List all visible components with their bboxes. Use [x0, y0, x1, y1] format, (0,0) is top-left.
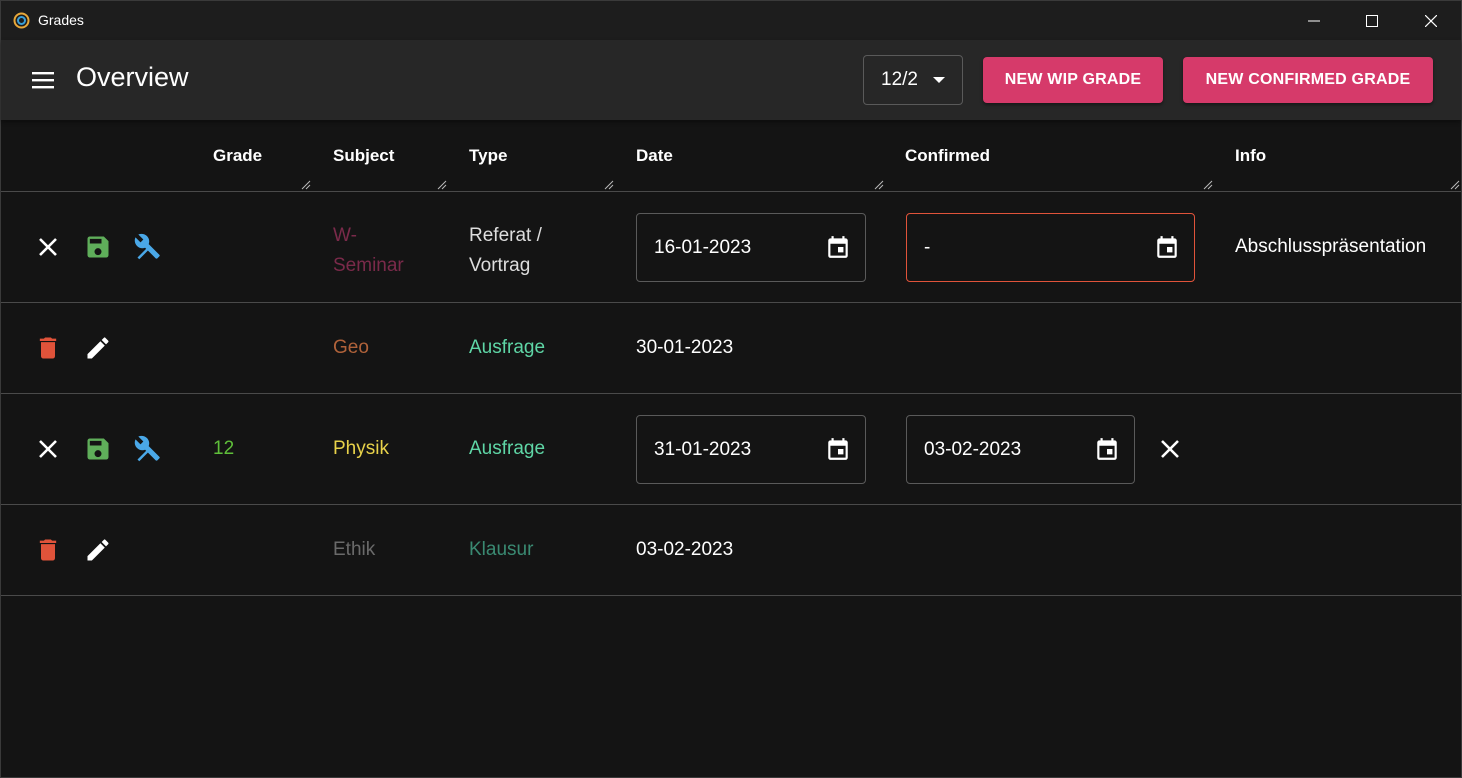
date-text: 03-02-2023 — [636, 539, 734, 560]
info-text: Abschlusspräsentation — [1235, 236, 1427, 257]
row-divider — [1, 302, 1461, 303]
date-value: 31-01-2023 — [654, 438, 752, 460]
app-window: Grades Overview 12/2 NEW WIP GRADE NEW C… — [0, 0, 1462, 778]
row-divider — [1, 393, 1461, 394]
subject-text: Geo — [333, 337, 369, 358]
calendar-icon[interactable] — [1094, 436, 1120, 462]
type-text: Klausur — [469, 539, 534, 560]
pencil-icon[interactable] — [84, 334, 112, 362]
calendar-icon[interactable] — [825, 234, 851, 260]
grade-text: 12 — [213, 438, 235, 459]
trash-icon[interactable] — [34, 536, 62, 564]
type-text: Vortrag — [469, 255, 531, 276]
confirmed-value: - — [924, 236, 931, 258]
hamburger-menu-icon[interactable] — [30, 68, 56, 92]
subject-cell: W- Seminar — [333, 221, 404, 281]
date-field[interactable]: 16-01-2023 — [636, 213, 866, 282]
type-cell: Referat / Vortrag — [469, 221, 542, 281]
year-select-value: 12/2 — [881, 69, 918, 90]
column-header-confirmed[interactable]: Confirmed — [905, 146, 990, 166]
column-resize-handle[interactable] — [874, 180, 884, 190]
subject-text: Seminar — [333, 255, 404, 276]
column-resize-handle[interactable] — [1450, 180, 1460, 190]
pencil-icon[interactable] — [84, 536, 112, 564]
page-title: Overview — [76, 62, 189, 92]
new-wip-grade-button[interactable]: NEW WIP GRADE — [983, 57, 1163, 103]
date-value: 16-01-2023 — [654, 236, 752, 258]
close-window-button[interactable] — [1402, 1, 1460, 40]
column-resize-handle[interactable] — [301, 180, 311, 190]
minimize-icon — [1308, 20, 1320, 21]
subject-text: Ethik — [333, 539, 376, 560]
type-text: Referat / — [469, 225, 542, 246]
app-icon — [13, 12, 30, 29]
clear-confirmed-icon[interactable] — [1156, 435, 1184, 463]
date-field[interactable]: 31-01-2023 — [636, 415, 866, 484]
column-header-grade[interactable]: Grade — [213, 146, 262, 166]
subject-text: Physik — [333, 438, 389, 459]
column-resize-handle[interactable] — [437, 180, 447, 190]
column-header-info[interactable]: Info — [1235, 146, 1266, 166]
column-header-type[interactable]: Type — [469, 146, 507, 166]
subject-text: W- — [333, 225, 357, 246]
confirmed-value: 03-02-2023 — [924, 438, 1022, 460]
caret-down-icon — [933, 77, 945, 83]
save-icon[interactable] — [84, 435, 112, 463]
app-bar: Overview 12/2 NEW WIP GRADE NEW CONFIRME… — [1, 40, 1461, 120]
trash-icon[interactable] — [34, 334, 62, 362]
type-text: Ausfrage — [469, 438, 546, 459]
type-text: Ausfrage — [469, 337, 546, 358]
close-icon[interactable] — [34, 435, 62, 463]
row-divider — [1, 504, 1461, 505]
close-icon — [1425, 14, 1437, 27]
tools-icon[interactable] — [134, 233, 162, 261]
title-bar: Grades — [1, 1, 1461, 40]
column-header-date[interactable]: Date — [636, 146, 673, 166]
maximize-icon — [1366, 14, 1378, 27]
tools-icon[interactable] — [134, 435, 162, 463]
maximize-button[interactable] — [1343, 1, 1401, 40]
close-icon[interactable] — [34, 233, 62, 261]
save-icon[interactable] — [84, 233, 112, 261]
calendar-icon[interactable] — [1154, 234, 1180, 260]
new-confirmed-grade-button[interactable]: NEW CONFIRMED GRADE — [1183, 57, 1433, 103]
confirmed-date-field[interactable]: 03-02-2023 — [906, 415, 1135, 484]
window-title: Grades — [38, 12, 84, 28]
year-select[interactable]: 12/2 — [863, 55, 963, 105]
column-resize-handle[interactable] — [604, 180, 614, 190]
column-resize-handle[interactable] — [1203, 180, 1213, 190]
row-divider — [1, 595, 1461, 596]
confirmed-date-field[interactable]: - — [906, 213, 1195, 282]
calendar-icon[interactable] — [825, 436, 851, 462]
header-divider — [1, 191, 1461, 192]
date-text: 30-01-2023 — [636, 337, 734, 358]
minimize-button[interactable] — [1285, 1, 1343, 40]
column-header-subject[interactable]: Subject — [333, 146, 394, 166]
